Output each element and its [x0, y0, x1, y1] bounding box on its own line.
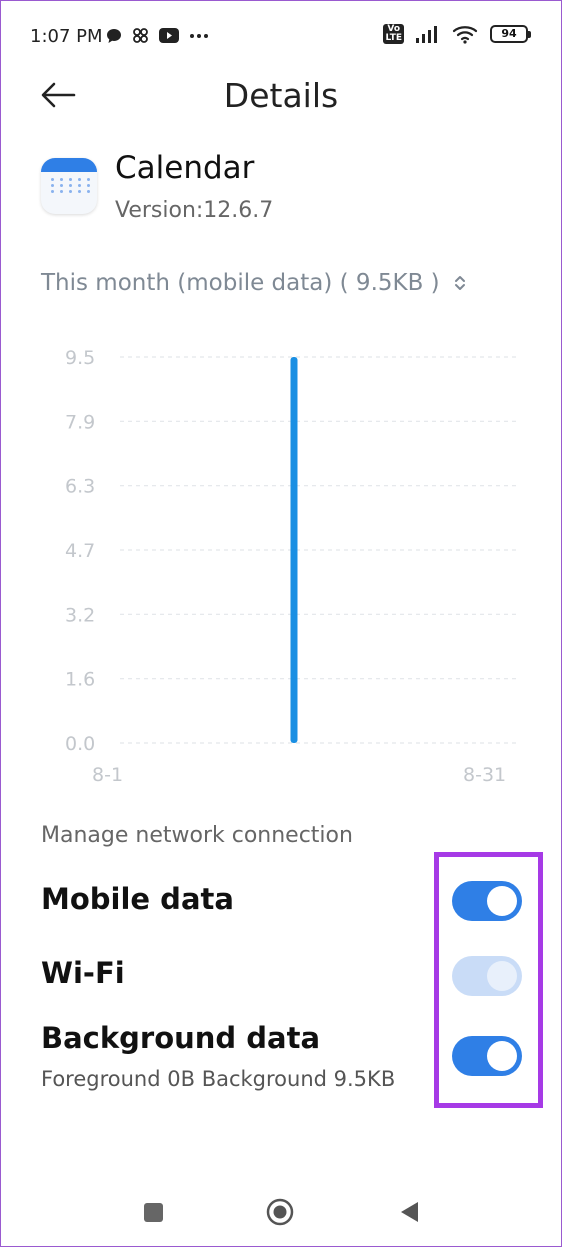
page-title: Details [223, 76, 339, 115]
y-tick-label: 0.0 [65, 733, 95, 755]
navigation-bar [0, 1185, 562, 1239]
more-dots-icon [190, 33, 208, 38]
y-tick-label: 4.7 [65, 540, 95, 562]
y-tick-label: 6.3 [65, 476, 95, 498]
back-button[interactable] [398, 1200, 420, 1224]
battery-icon: 94 [490, 25, 531, 43]
wifi-label: Wi-Fi [41, 956, 125, 990]
y-tick-label: 9.5 [65, 347, 95, 369]
app-name: Calendar [115, 150, 255, 186]
status-bar: 1:07 PM Vo LTE 94 [0, 0, 562, 70]
y-tick-label: 7.9 [65, 411, 95, 433]
app-version: Version:12.6.7 [115, 198, 274, 223]
youtube-icon [159, 28, 179, 43]
recents-button[interactable] [144, 1203, 163, 1222]
signal-icon [416, 26, 437, 43]
usage-chart: 9.5 7.9 6.3 4.7 3.2 1.6 0.0 8-1 8-31 [65, 347, 520, 786]
usage-bar [290, 357, 298, 743]
chat-bubble-icon [107, 28, 121, 43]
toggles-highlight-box [434, 852, 543, 1108]
background-data-label: Background data [41, 1021, 321, 1055]
period-label: This month (mobile data) ( 9.5KB ) [41, 270, 440, 296]
y-tick-label: 3.2 [65, 604, 95, 626]
wifi-icon [452, 26, 478, 44]
home-button[interactable] [266, 1198, 294, 1226]
period-selector[interactable]: This month (mobile data) ( 9.5KB ) [41, 270, 466, 296]
mobile-data-label: Mobile data [41, 882, 234, 916]
x-tick-label: 8-1 [92, 764, 123, 786]
pinwheel-icon [133, 28, 148, 43]
usage-detail: Foreground 0B Background 9.5KB [41, 1067, 396, 1091]
status-time: 1:07 PM [30, 26, 103, 47]
volte-icon: Vo LTE [383, 24, 404, 44]
section-label: Manage network connection [41, 823, 353, 848]
x-tick-label: 8-31 [463, 764, 506, 786]
y-tick-label: 1.6 [65, 669, 95, 691]
calendar-app-icon [41, 158, 97, 214]
chevron-up-down-icon [454, 276, 465, 290]
